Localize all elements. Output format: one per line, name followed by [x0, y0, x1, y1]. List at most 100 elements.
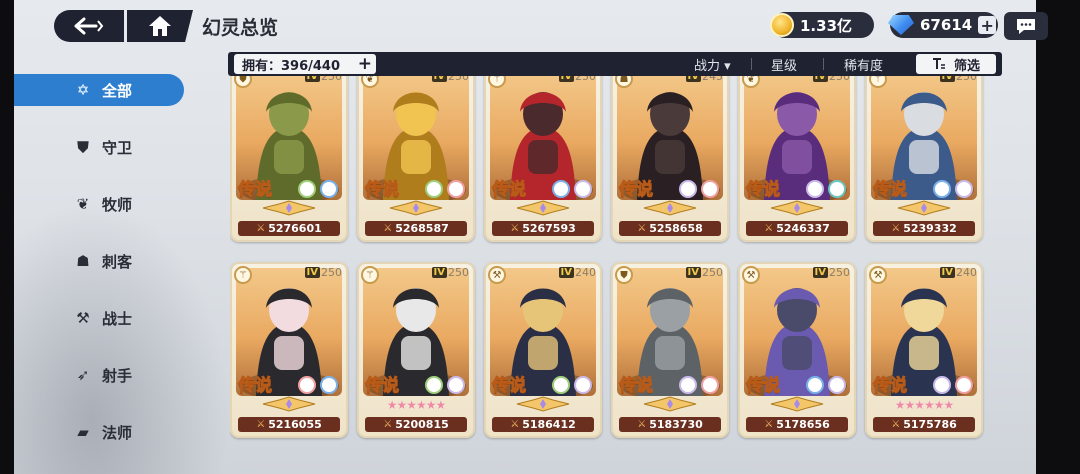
gem-icon	[888, 15, 914, 35]
level-value: 250	[575, 76, 596, 83]
power-value: 5216055	[268, 418, 322, 431]
level-badge: IV 250	[431, 266, 469, 279]
rarity-label: 传说	[873, 180, 908, 201]
level-value: 245	[702, 76, 723, 83]
power-bar: ⚔ 5200815	[365, 417, 467, 432]
back-button[interactable]	[54, 10, 124, 42]
level-badge: IV 250	[812, 76, 850, 83]
sidebar-item-4[interactable]: ⚒ 战士	[14, 302, 184, 334]
hero-card[interactable]: ❦ IV 250 传说 ⚔ 5268587	[357, 76, 475, 242]
tier-iv-icon: IV	[685, 267, 701, 278]
rank-crest-icon	[642, 396, 698, 412]
hero-card[interactable]: ⚚ IV 250 传说 ⚔ 5267593	[484, 76, 602, 242]
rune-slot-icon	[933, 180, 951, 198]
sidebar-item-0[interactable]: ✡ 全部	[14, 74, 184, 106]
rune-slot-icon	[574, 180, 592, 198]
hero-card[interactable]: ⚚ IV 250 传说 ⚔ 5216055	[230, 262, 348, 438]
power-bar: ⚔ 5216055	[238, 417, 340, 432]
rune-slot-icon	[955, 376, 973, 394]
page-title: 幻灵总览	[202, 17, 279, 39]
rank-crest-icon	[642, 200, 698, 216]
crossed-swords-icon: ⚔	[383, 223, 393, 234]
screen-edge-left	[0, 0, 14, 474]
power-bar: ⚔ 5276601	[238, 221, 340, 236]
hero-card[interactable]: ⚒ IV 240 传说 ★★★★★★ ⚔ 5175786	[865, 262, 983, 438]
crossed-swords-icon: ⚔	[637, 223, 647, 234]
sidebar-item-2[interactable]: ❦ 牧师	[14, 188, 184, 220]
sidebar-item-6[interactable]: ▰ 法师	[14, 416, 184, 448]
sidebar-item-3[interactable]: ☗ 刺客	[14, 245, 184, 277]
axe-icon: ⚒	[76, 309, 90, 327]
chat-bubble-icon	[1017, 19, 1035, 34]
sort-star-tab[interactable]: 星级	[771, 55, 797, 74]
rune-slot-icon	[298, 376, 316, 394]
level-value: 250	[448, 76, 469, 83]
rarity-label: 传说	[873, 376, 908, 397]
hero-card[interactable]: ⚒ IV 240 传说 ⚔ 5186412	[484, 262, 602, 438]
hero-card[interactable]: ⛊ IV 250 传说 ⚔ 5183730	[611, 262, 729, 438]
hero-card[interactable]: ⚚ IV 250 传说 ⚔ 5239332	[865, 76, 983, 242]
rune-slot-icon	[447, 180, 465, 198]
rank-crest-icon	[896, 200, 952, 216]
level-badge: IV 250	[939, 76, 977, 83]
level-value: 250	[702, 266, 723, 279]
rune-slot-icon	[679, 180, 697, 198]
hero-card[interactable]: ❦ IV 250 传说 ⚔ 5246337	[738, 76, 856, 242]
power-bar: ⚔ 5258658	[619, 221, 721, 236]
add-gems-button[interactable]: +	[978, 16, 997, 35]
sidebar-item-1[interactable]: ⛊ 守卫	[14, 131, 184, 163]
level-value: 250	[956, 76, 977, 83]
crossed-swords-icon: ⚔	[510, 419, 520, 430]
filter-button[interactable]: 筛选	[916, 54, 996, 74]
level-badge: IV 250	[304, 266, 342, 279]
crossed-swords-icon: ⚔	[891, 419, 901, 430]
book-icon: ▰	[77, 423, 89, 441]
level-value: 240	[956, 266, 977, 279]
sidebar-item-label: 牧师	[102, 195, 133, 214]
rune-slot-icon	[806, 376, 824, 394]
hero-card[interactable]: ⚒ IV 250 传说 ⚔ 5178656	[738, 262, 856, 438]
level-badge: IV 250	[812, 266, 850, 279]
staff-icon: ⚚	[234, 266, 252, 284]
power-bar: ⚔ 5186412	[492, 417, 594, 432]
sort-power-label: 战力	[694, 59, 721, 74]
level-badge: IV 250	[304, 76, 342, 83]
sidebar-item-5[interactable]: ➶ 射手	[14, 359, 184, 391]
owned-count-label: 拥有：396/440	[242, 58, 341, 74]
power-bar: ⚔ 5239332	[873, 221, 975, 236]
hero-card[interactable]: ☗ IV 245 传说 ⚔ 5258658	[611, 76, 729, 242]
tier-iv-icon: IV	[685, 76, 701, 82]
power-value: 5178656	[776, 418, 830, 431]
hero-card[interactable]: ⚚ IV 250 传说 ★★★★★★ ⚔ 5200815	[357, 262, 475, 438]
sidebar-item-label: 全部	[102, 81, 133, 100]
filter-icon	[932, 58, 945, 69]
gold-amount: 1.33亿	[800, 16, 853, 35]
sort-down-icon: ▾	[724, 59, 731, 74]
staff-icon: ⚚	[361, 266, 379, 284]
hero-card[interactable]: ⛊ IV 250 传说 ⚔ 5276601	[230, 76, 348, 242]
axe-icon: ⚒	[742, 266, 760, 284]
rune-slot-icon	[574, 376, 592, 394]
owned-count[interactable]: 拥有：396/440 +	[234, 54, 376, 74]
rune-slot-icon	[828, 376, 846, 394]
gold-display[interactable]: 1.33亿	[770, 12, 874, 38]
sort-rarity-tab[interactable]: 稀有度	[844, 55, 883, 74]
tier-iv-icon: IV	[812, 76, 828, 82]
rank-crest-icon	[261, 396, 317, 412]
power-value: 5239332	[903, 222, 957, 235]
tier-iv-icon: IV	[558, 76, 574, 82]
level-badge: IV 250	[431, 76, 469, 83]
power-value: 5183730	[649, 418, 703, 431]
chat-button[interactable]	[1004, 12, 1048, 40]
power-bar: ⚔ 5268587	[365, 221, 467, 236]
crossed-swords-icon: ⚔	[891, 223, 901, 234]
rarity-label: 传说	[492, 180, 527, 201]
rune-slot-icon	[320, 180, 338, 198]
level-value: 250	[448, 266, 469, 279]
home-button[interactable]	[127, 10, 193, 42]
sort-power-tab[interactable]: 战力 ▾	[694, 55, 731, 74]
expand-capacity-button[interactable]: +	[358, 55, 372, 73]
top-bar: 幻灵总览 1.33亿 67614 +	[14, 0, 1048, 50]
power-value: 5246337	[776, 222, 830, 235]
crossed-swords-icon: ⚔	[764, 419, 774, 430]
